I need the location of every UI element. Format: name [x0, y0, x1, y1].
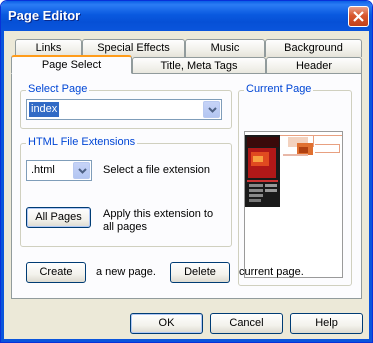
current-page-preview: [244, 131, 343, 278]
extension-select-dropdown[interactable]: .html: [26, 160, 92, 181]
window-title: Page Editor: [8, 8, 81, 23]
current-page-legend: Current Page: [244, 83, 314, 95]
ok-button[interactable]: OK: [130, 313, 203, 334]
page-select-dropdown[interactable]: index: [26, 99, 222, 120]
extension-select-value: .html: [31, 164, 55, 176]
delete-button[interactable]: Delete: [170, 262, 230, 283]
cancel-button[interactable]: Cancel: [210, 313, 283, 334]
close-icon: [353, 11, 364, 22]
tab-background[interactable]: Background: [265, 39, 362, 57]
page-thumbnail-image: [245, 132, 342, 277]
chevron-down-icon: [208, 107, 217, 113]
page-select-value: index: [29, 102, 60, 117]
page-editor-window: Page Editor Links Special Effects Music …: [0, 0, 373, 343]
tab-page-select[interactable]: Page Select: [11, 55, 132, 74]
close-button[interactable]: [348, 6, 369, 27]
help-button[interactable]: Help: [290, 313, 363, 334]
window-frame-left: [1, 31, 4, 342]
apply-extension-text-line2: all pages: [103, 221, 148, 233]
tab-music[interactable]: Music: [185, 39, 265, 57]
all-pages-button[interactable]: All Pages: [26, 207, 91, 228]
window-frame-right: [369, 31, 372, 342]
select-page-legend: Select Page: [26, 83, 90, 95]
page-select-arrow[interactable]: [203, 101, 220, 118]
create-button[interactable]: Create: [26, 262, 86, 283]
html-extensions-legend: HTML File Extensions: [26, 136, 138, 148]
extension-select-arrow[interactable]: [73, 162, 90, 179]
title-bar[interactable]: Page Editor: [1, 1, 372, 31]
chevron-down-icon: [78, 168, 87, 174]
apply-extension-text-line1: Apply this extension to: [103, 208, 214, 220]
create-description: a new page.: [96, 266, 156, 278]
delete-description: current page.: [239, 266, 304, 278]
window-frame-bottom: [1, 339, 372, 342]
extension-hint: Select a file extension: [103, 164, 211, 176]
